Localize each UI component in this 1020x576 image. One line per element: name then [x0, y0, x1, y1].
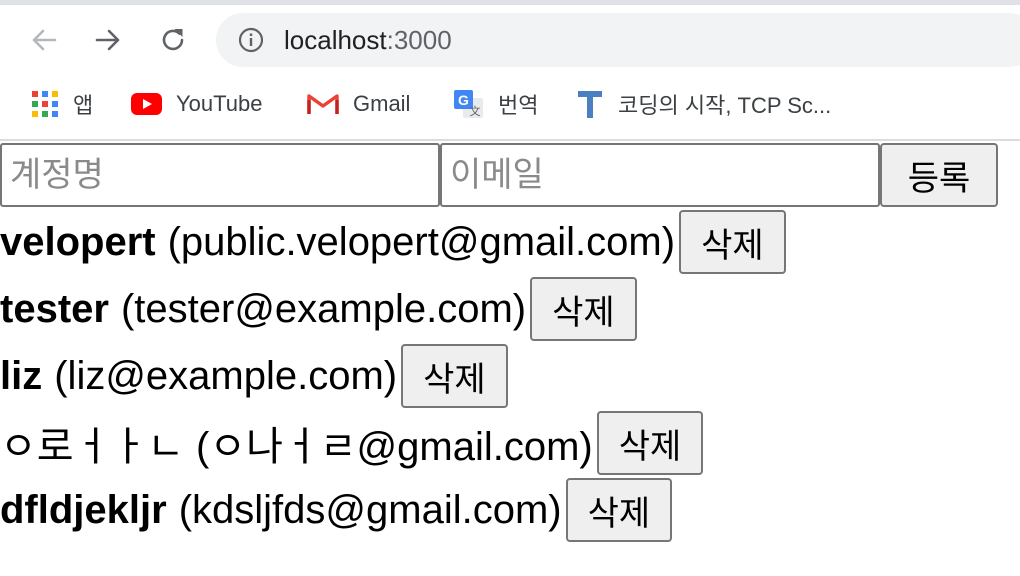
bookmark-gmail[interactable]: Gmail [307, 87, 410, 121]
user-name: dfldjekljr [0, 487, 167, 532]
site-info-icon[interactable] [238, 27, 264, 53]
browser-toolbar: localhost:3000 [0, 5, 1020, 75]
bookmark-label: Gmail [353, 91, 411, 116]
user-email: (kdsljfds@gmail.com) [178, 487, 562, 532]
reload-button[interactable] [156, 23, 190, 57]
user-name: ㅇ로ㅓㅏㄴ [0, 425, 184, 469]
url-port: :3000 [386, 25, 452, 55]
url-host: localhost [284, 25, 387, 55]
arrow-right-icon [95, 29, 120, 51]
user-email: (liz@example.com) [54, 353, 398, 398]
user-row: liz (liz@example.com) 삭제 [0, 343, 508, 409]
bookmark-label: 코딩의 시작, TCP Sc... [618, 93, 832, 118]
gmail-icon [307, 94, 339, 114]
register-button[interactable]: 등록 [880, 143, 998, 207]
delete-button[interactable]: 삭제 [530, 277, 637, 341]
user-name: tester [0, 286, 109, 331]
user-row: dfldjekljr (kdsljfds@gmail.com) 삭제 [0, 477, 673, 543]
svg-text:G: G [458, 92, 469, 108]
bookmark-tcp-school[interactable]: 코딩의 시작, TCP Sc... [576, 87, 831, 121]
bookmark-apps[interactable]: 앱 [31, 87, 93, 121]
bookmark-label: YouTube [176, 91, 263, 116]
email-input[interactable] [440, 143, 880, 207]
user-row: velopert (public.velopert@gmail.com) 삭제 [0, 209, 786, 275]
delete-button[interactable]: 삭제 [596, 411, 704, 475]
user-email: (public.velopert@gmail.com) [167, 219, 676, 264]
address-url[interactable]: localhost:3000 [284, 24, 452, 56]
back-button[interactable] [27, 23, 61, 57]
delete-button[interactable]: 삭제 [679, 210, 786, 274]
bookmark-label: 앱 [73, 93, 94, 118]
tcp-school-icon [578, 91, 602, 118]
user-email: (tester@example.com) [120, 286, 527, 331]
username-input[interactable] [0, 143, 440, 207]
address-bar[interactable]: localhost:3000 [216, 13, 1020, 67]
reload-icon [162, 29, 184, 51]
delete-button[interactable]: 삭제 [401, 344, 508, 408]
bookmarks-bar: 앱 YouTube Gmail G文 번역 코딩의 시작, TCP Sc... [0, 75, 1020, 133]
bookmark-youtube[interactable]: YouTube [131, 87, 262, 121]
bookmark-translate[interactable]: G文 번역 [453, 87, 538, 121]
user-row: ㅇ로ㅓㅏㄴ (ㅇ나ㅓㄹ@gmail.com) 삭제 [0, 410, 704, 476]
user-name: velopert [0, 219, 156, 264]
apps-grid-icon [32, 91, 58, 117]
user-email: (ㅇ나ㅓㄹ@gmail.com) [196, 425, 593, 469]
youtube-icon [131, 93, 162, 115]
bookmark-label: 번역 [498, 93, 539, 118]
forward-button[interactable] [91, 23, 125, 57]
delete-button[interactable]: 삭제 [565, 478, 673, 542]
arrow-left-icon [32, 29, 57, 51]
user-name: liz [0, 353, 43, 398]
google-translate-icon: G文 [454, 89, 483, 118]
toolbar-divider [0, 139, 1020, 141]
svg-text:文: 文 [470, 104, 481, 118]
user-row: tester (tester@example.com) 삭제 [0, 276, 637, 342]
